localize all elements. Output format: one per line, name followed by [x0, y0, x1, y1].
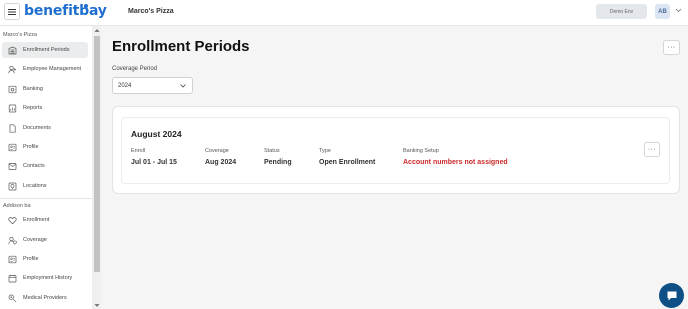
- avatar[interactable]: AB: [655, 4, 670, 19]
- type-label: Type: [319, 148, 331, 154]
- calendar-icon: [7, 273, 17, 283]
- sidebar-item-coverage[interactable]: Coverage: [2, 232, 88, 248]
- coverage-value: Aug 2024: [205, 159, 237, 166]
- period-more-button[interactable]: ···: [644, 142, 660, 157]
- sidebar-item-label: Documents: [23, 125, 51, 131]
- medical-icon: [7, 293, 17, 303]
- sidebar-item-label: Profile: [23, 256, 39, 262]
- sidebar-item-label: Locations: [23, 183, 47, 189]
- coverage-period-value: 2024: [118, 82, 132, 89]
- sidebar-item-documents[interactable]: Documents: [2, 120, 88, 136]
- coverage-period-select[interactable]: 2024: [112, 77, 193, 94]
- sidebar-item-reports[interactable]: Reports: [2, 100, 88, 116]
- building-icon: [7, 45, 17, 55]
- coverage-period-label: Coverage Period: [112, 66, 158, 72]
- person-shield-icon: [7, 235, 17, 245]
- status-value: Pending: [264, 159, 292, 166]
- sidebar-item-employee-management[interactable]: Employee Management: [2, 61, 88, 77]
- chevron-down-icon[interactable]: [675, 8, 682, 13]
- logo-dot: [84, 4, 88, 8]
- chevron-down-icon: [180, 84, 186, 88]
- page-title: Enrollment Periods: [112, 38, 250, 55]
- period-title: August 2024: [131, 129, 182, 139]
- type-value: Open Enrollment: [319, 159, 376, 166]
- sidebar-section-company: Marco's Pizza: [3, 32, 38, 38]
- scroll-thumb[interactable]: [94, 36, 100, 272]
- demo-env-button[interactable]: Demo Env: [596, 4, 647, 19]
- sidebar: Marco's Pizza Enrollment Periods Employe…: [0, 26, 93, 309]
- status-label: Status: [264, 148, 280, 154]
- coverage-label: Coverage: [205, 148, 229, 154]
- banking-setup-value: Account numbers not assigned: [403, 159, 508, 166]
- sidebar-item-profile[interactable]: Profile: [2, 139, 88, 155]
- page-more-button[interactable]: ···: [663, 40, 680, 55]
- person-plus-icon: [7, 64, 17, 74]
- chat-button[interactable]: [659, 283, 684, 308]
- enroll-label: Enroll: [131, 148, 146, 154]
- profile-card-icon: [7, 254, 17, 264]
- heart-icon: [7, 215, 17, 225]
- logo[interactable]: benefitbay: [24, 3, 107, 19]
- report-icon: [7, 103, 17, 113]
- sidebar-item-label: Medical Providers: [23, 295, 67, 301]
- sidebar-item-label: Contacts: [23, 163, 45, 169]
- chat-icon: [667, 291, 676, 300]
- menu-button[interactable]: [4, 3, 20, 20]
- company-name: Marco's Pizza: [128, 8, 174, 15]
- sidebar-item-user-profile[interactable]: Profile: [2, 251, 88, 267]
- sidebar-divider: [0, 198, 93, 199]
- sidebar-item-medical-providers[interactable]: Medical Providers: [2, 290, 88, 306]
- scroll-down-icon[interactable]: [94, 303, 100, 308]
- sidebar-item-label: Profile: [23, 144, 39, 150]
- sidebar-scrollbar[interactable]: [93, 26, 101, 309]
- contacts-icon: [7, 161, 17, 171]
- sidebar-item-locations[interactable]: Locations: [2, 178, 88, 194]
- scroll-up-icon[interactable]: [94, 28, 100, 33]
- profile-card-icon: [7, 142, 17, 152]
- bank-icon: [7, 84, 17, 94]
- top-bar: benefitbay Marco's Pizza Demo Env AB: [0, 0, 688, 26]
- period-card[interactable]: [121, 117, 670, 184]
- hamburger-icon: [8, 8, 16, 15]
- sidebar-item-label: Enrollment Periods: [23, 47, 70, 53]
- location-icon: [7, 181, 17, 191]
- sidebar-item-contacts[interactable]: Contacts: [2, 158, 88, 174]
- sidebar-item-label: Enrollment: [23, 217, 50, 223]
- sidebar-item-enrollment-periods[interactable]: Enrollment Periods: [2, 42, 88, 58]
- sidebar-item-label: Employment History: [23, 275, 73, 281]
- banking-setup-label: Banking Setup: [403, 148, 439, 154]
- sidebar-item-enrollment[interactable]: Enrollment: [2, 212, 88, 228]
- sidebar-item-label: Employee Management: [23, 66, 82, 72]
- sidebar-item-label: Banking: [23, 86, 43, 92]
- document-icon: [7, 123, 17, 133]
- sidebar-item-banking[interactable]: Banking: [2, 81, 88, 97]
- sidebar-item-label: Reports: [23, 105, 43, 111]
- enroll-value: Jul 01 - Jul 15: [131, 159, 177, 166]
- sidebar-item-employment-history[interactable]: Employment History: [2, 270, 88, 286]
- sidebar-section-user: Addison ba: [3, 203, 31, 209]
- sidebar-item-label: Coverage: [23, 237, 47, 243]
